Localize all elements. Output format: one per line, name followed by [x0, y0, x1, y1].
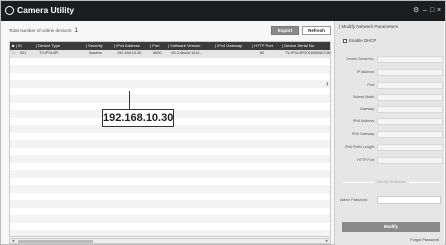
gateway-field[interactable] [377, 106, 443, 113]
ipv6-prefix-length-field[interactable] [377, 144, 443, 151]
device-table: ■ | ID | Device Type | Security | IPv4 A… [9, 41, 331, 237]
header-id[interactable]: | ID [16, 42, 22, 50]
title-bar: Camera Utility ⚙ – □ × [1, 1, 445, 21]
field-label-http-port: HTTP Port: [357, 158, 375, 162]
row-checkbox[interactable]: □ [12, 50, 14, 58]
callout-pointer-line [129, 91, 130, 109]
cell-security: Inactive [89, 51, 103, 55]
ip-address-callout: 192.168.10.30 [102, 109, 174, 127]
field-label-subnet-mask: Subnet Mask: [353, 95, 375, 99]
empty-row [10, 230, 330, 236]
security-verification-label: Security Verification [376, 180, 406, 184]
port-field[interactable] [377, 82, 443, 89]
select-all-checkbox[interactable]: ■ [12, 42, 14, 50]
empty-row [10, 200, 330, 208]
divider [343, 182, 373, 183]
header-ipv4-address[interactable]: | IPv4 Address [114, 42, 140, 50]
field-label-port: Port: [367, 83, 375, 87]
header-security[interactable]: | Security [86, 42, 103, 50]
field-label-ipv6-prefix: IPv6 Prefix Length: [344, 145, 375, 149]
close-icon[interactable]: × [437, 5, 441, 16]
divider [409, 182, 441, 183]
device-list-pane: Total number of online devices: 1 Export … [5, 23, 331, 245]
refresh-button[interactable]: Refresh [302, 26, 331, 35]
field-label-gateway: Gateway: [359, 107, 375, 111]
collapse-panel-chevron-icon[interactable]: › [326, 80, 329, 88]
empty-row [10, 65, 330, 73]
table-row[interactable]: □ 001 TV-IP314PI Inactive 192.168.10.30 … [10, 50, 331, 58]
enable-dhcp-label: Enable DHCP [349, 38, 377, 43]
enable-dhcp-checkbox[interactable] [343, 39, 347, 43]
empty-row [10, 95, 330, 103]
online-count-value: 1 [74, 27, 78, 34]
window-title: Camera Utility [17, 5, 75, 15]
admin-password-label: Admin Password: [340, 198, 368, 202]
online-count-label: Total number of online devices: [9, 28, 73, 33]
header-http-port[interactable]: | HTTP Port [252, 42, 273, 50]
horizontal-scrollbar[interactable]: ◄ ► [9, 238, 331, 244]
maximize-icon[interactable]: □ [430, 5, 434, 16]
empty-row [10, 140, 330, 148]
header-software-version[interactable]: | Software Version [168, 42, 200, 50]
scrollbar-thumb[interactable] [18, 240, 93, 243]
online-device-count: Total number of online devices: 1 [9, 27, 78, 35]
admin-password-field[interactable] [377, 196, 441, 204]
panel-title: | Modify Network Parameters [339, 24, 399, 29]
header-port[interactable]: | Port [150, 42, 160, 50]
empty-row [10, 185, 330, 193]
forgot-password-link[interactable]: Forgot Password [410, 237, 439, 243]
field-label-ipv6-address: IPv6 Address: [352, 119, 375, 123]
ipv6-gateway-field[interactable] [377, 131, 443, 138]
http-port-field[interactable] [377, 157, 443, 164]
settings-gear-icon[interactable]: ⚙ [413, 5, 419, 16]
subnet-mask-field[interactable] [377, 94, 443, 101]
cell-port: 8000 [153, 51, 162, 55]
export-button[interactable]: Export [271, 26, 299, 35]
field-label-ip-address: IP Address: [356, 70, 375, 74]
cell-serial-no: TV-IP314PI20160506CCW [285, 51, 331, 55]
cell-ipv4-address: 192.168.10.30 [117, 51, 142, 55]
cell-http-port: 80 [260, 51, 265, 55]
cell-software-version: V5.3.4build 1612... [171, 51, 203, 55]
camera-utility-window: Camera Utility ⚙ – □ × Total number of o… [0, 0, 446, 245]
table-header: ■ | ID | Device Type | Security | IPv4 A… [10, 42, 330, 50]
cell-id: 001 [20, 51, 27, 55]
modify-network-panel: | Modify Network Parameters Enable DHCP … [334, 21, 444, 245]
field-label-ipv6-gateway: IPv6 Gateway: [351, 132, 375, 136]
header-ipv4-gateway[interactable]: | IPv4 Gateway [215, 42, 242, 50]
ipv6-address-field[interactable] [377, 118, 443, 125]
scroll-right-icon[interactable]: ► [325, 238, 329, 243]
camera-app-icon [5, 6, 14, 15]
minimize-icon[interactable]: – [423, 5, 427, 16]
scroll-left-icon[interactable]: ◄ [11, 238, 15, 243]
empty-row [10, 170, 330, 178]
empty-row [10, 215, 330, 223]
ip-address-field[interactable] [377, 69, 443, 76]
cell-device-type: TV-IP314PI [39, 51, 59, 55]
header-device-type[interactable]: | Device Type [36, 42, 60, 50]
empty-row [10, 80, 330, 88]
field-label-serial-no: Device Serial No.: [346, 57, 375, 61]
header-serial-no[interactable]: | Device Serial No. [282, 42, 315, 50]
empty-row [10, 155, 330, 163]
modify-button[interactable]: Modify [342, 222, 440, 232]
serial-no-field [377, 56, 443, 63]
